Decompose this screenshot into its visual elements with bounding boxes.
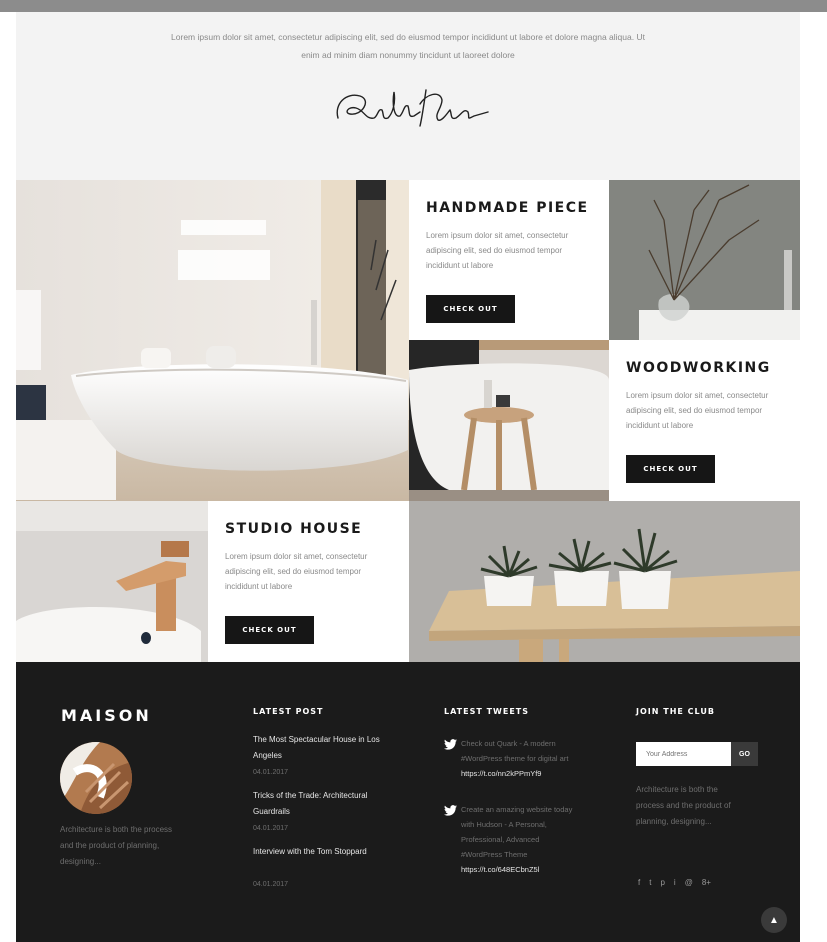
card-text: Lorem ipsum dolor sit amet, consectetur … bbox=[225, 552, 368, 591]
latest-post-heading: LATEST POST bbox=[253, 707, 324, 716]
brand-logo[interactable]: MAISON bbox=[61, 706, 152, 725]
email-address-input[interactable] bbox=[636, 742, 731, 766]
latest-tweets-heading: LATEST TWEETS bbox=[444, 707, 530, 716]
vase-branches-image bbox=[609, 180, 800, 340]
staircase-image bbox=[60, 742, 132, 814]
post-link[interactable]: The Most Spectacular House in Los Angele… bbox=[253, 732, 383, 764]
tweet-text: Check out Quark - A modern #WordPress th… bbox=[461, 739, 569, 763]
google-plus-icon[interactable]: 8+ bbox=[702, 878, 711, 887]
page: Lorem ipsum dolor sit amet, consectetur … bbox=[16, 12, 800, 942]
card-text: Lorem ipsum dolor sit amet, consectetur … bbox=[626, 391, 769, 430]
post-date: 04.01.2017 bbox=[253, 881, 289, 888]
footer: MAISON Architecture is both the process … bbox=[16, 662, 800, 942]
feature-grid: HANDMADE PIECE Lorem ipsum dolor sit ame… bbox=[16, 180, 800, 662]
tweet-link[interactable]: https://t.co/648ECbnZ5l bbox=[461, 865, 539, 874]
dribbble-icon[interactable]: @ bbox=[685, 878, 693, 887]
studio-house-card: STUDIO HOUSE Lorem ipsum dolor sit amet,… bbox=[208, 501, 409, 662]
woodworking-card: WOODWORKING Lorem ipsum dolor sit amet, … bbox=[609, 340, 800, 501]
plants-table-image bbox=[409, 501, 800, 662]
signature-image bbox=[336, 89, 489, 127]
browser-top-bar bbox=[0, 0, 827, 12]
tweet-item: Check out Quark - A modern #WordPress th… bbox=[461, 736, 581, 781]
pinterest-icon[interactable]: p bbox=[660, 878, 664, 887]
social-links: f t p i @ 8+ bbox=[638, 878, 711, 887]
check-out-button[interactable]: CHECK OUT bbox=[225, 616, 314, 644]
tweet-item: Create an amazing website today with Hud… bbox=[461, 802, 581, 877]
arrow-up-icon: ▲ bbox=[769, 914, 779, 926]
post-link[interactable]: Interview with the Tom Stoppard bbox=[253, 844, 383, 860]
facebook-icon[interactable]: f bbox=[638, 878, 640, 887]
post-date: 04.01.2017 bbox=[253, 769, 289, 776]
post-date: 04.01.2017 bbox=[253, 825, 289, 832]
card-text: Lorem ipsum dolor sit amet, consectetur … bbox=[426, 231, 569, 270]
copper-faucet-image bbox=[16, 501, 208, 662]
card-title: HANDMADE PIECE bbox=[426, 200, 589, 216]
twitter-icon bbox=[444, 805, 457, 816]
intro-text: Lorem ipsum dolor sit amet, consectetur … bbox=[171, 32, 645, 60]
stool-bathtub-image bbox=[409, 340, 609, 501]
post-link[interactable]: Tricks of the Trade: Architectural Guard… bbox=[253, 788, 383, 820]
tweet-text: Create an amazing website today with Hud… bbox=[461, 805, 573, 859]
handmade-piece-card: HANDMADE PIECE Lorem ipsum dolor sit ame… bbox=[409, 180, 609, 340]
check-out-button[interactable]: CHECK OUT bbox=[426, 295, 515, 323]
about-text: Architecture is both the process and the… bbox=[60, 825, 173, 866]
back-to-top-button[interactable]: ▲ bbox=[761, 907, 787, 933]
twitter-icon bbox=[444, 739, 457, 750]
card-title: STUDIO HOUSE bbox=[225, 521, 363, 537]
intro-section: Lorem ipsum dolor sit amet, consectetur … bbox=[16, 12, 800, 180]
go-button[interactable]: GO bbox=[731, 742, 758, 766]
club-text: Architecture is both the process and the… bbox=[636, 785, 731, 826]
tweet-link[interactable]: https://t.co/nn2kPPmYf9 bbox=[461, 769, 541, 778]
join-club-heading: JOIN THE CLUB bbox=[636, 707, 715, 716]
card-title: WOODWORKING bbox=[626, 360, 771, 376]
check-out-button[interactable]: CHECK OUT bbox=[626, 455, 715, 483]
twitter-icon[interactable]: t bbox=[649, 878, 651, 887]
bathtub-image bbox=[16, 180, 409, 501]
instagram-icon[interactable]: i bbox=[674, 878, 676, 887]
